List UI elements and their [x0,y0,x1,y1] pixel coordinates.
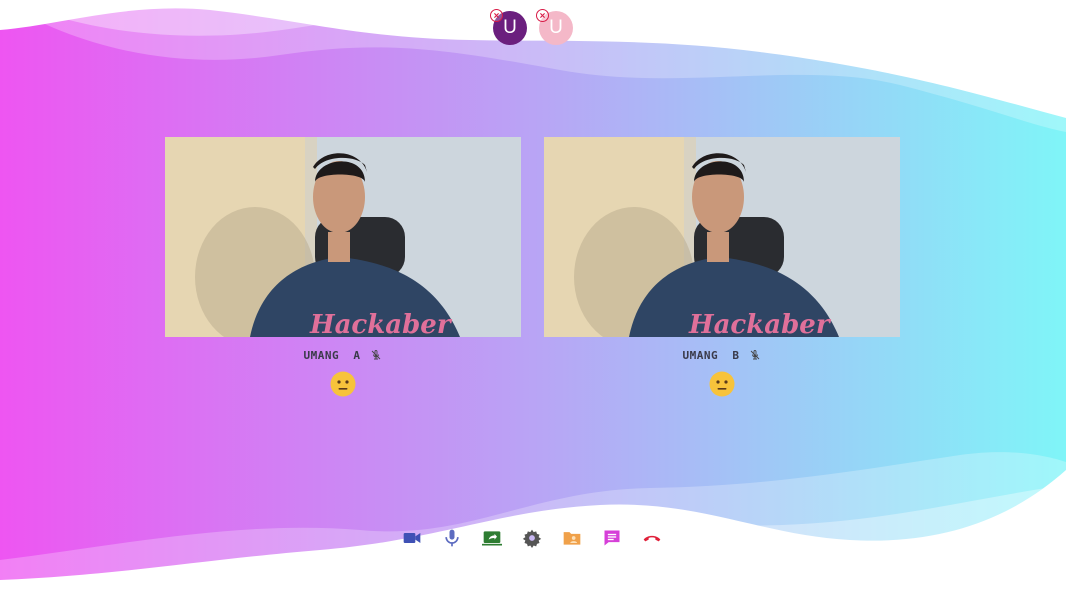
screen-share-icon[interactable] [482,528,502,548]
video-feed[interactable]: Hackaber [544,137,900,337]
mic-off-icon [749,349,761,361]
video-camera-icon[interactable] [402,528,422,548]
end-call-icon[interactable] [642,528,662,548]
remove-participant-icon[interactable] [536,9,549,22]
participant-avatar-a[interactable]: U [490,9,527,45]
shirt-text: Hackaber [688,310,832,337]
call-controls [402,528,662,548]
shirt-text: Hackaber [309,310,453,337]
contact-folder-icon[interactable] [562,528,582,548]
video-feed[interactable]: Hackaber [165,137,521,337]
remove-participant-icon[interactable] [490,9,503,22]
video-tile-a: Hackaber UMANG A [165,137,521,397]
chat-icon[interactable] [602,528,622,548]
participant-name-row: UMANG A [304,348,383,362]
video-tile-b: Hackaber UMANG B [544,137,900,397]
mic-off-icon [370,349,382,361]
neutral-face-emoji [330,371,356,397]
settings-gear-icon[interactable] [522,528,542,548]
participants-bar: U U [490,9,573,45]
participant-name: UMANG B [682,348,740,362]
video-grid: Hackaber UMANG A Hackaber UMANG B [165,137,900,397]
microphone-icon[interactable] [442,528,462,548]
participant-name-row: UMANG B [683,348,762,362]
participant-avatar-b[interactable]: U [536,9,573,45]
neutral-face-emoji [709,371,735,397]
participant-name: UMANG A [303,348,361,362]
